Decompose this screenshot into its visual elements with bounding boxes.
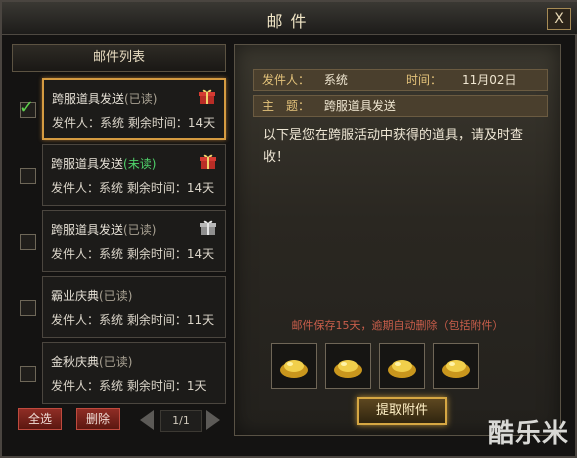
mail-list-panel: 邮件列表 ✓ 跨服道具发送(已读) 发件人：系统 剩余时间：14天 跨服道具发送… xyxy=(12,44,226,434)
title-bar: 邮件 X xyxy=(2,2,577,35)
close-button[interactable]: X xyxy=(547,8,571,30)
mail-subject: 霸业庆典(已读) xyxy=(51,289,133,303)
gift-icon xyxy=(200,220,216,235)
select-all-button[interactable]: 全选 xyxy=(18,408,62,430)
mail-checkbox[interactable] xyxy=(20,366,36,382)
page-indicator: 1/1 xyxy=(160,410,202,432)
mail-meta: 发件人：系统 剩余时间：14天 xyxy=(52,116,216,130)
delete-button[interactable]: 删除 xyxy=(76,408,120,430)
attachment-slot[interactable] xyxy=(325,343,371,389)
list-actions: 全选 删除 1/1 xyxy=(18,408,228,432)
page-left-icon[interactable] xyxy=(140,410,154,430)
sender-row: 发件人： 系统 时间： 11月02日 17:11:08 xyxy=(253,69,548,107)
gold-ingot-icon xyxy=(442,360,470,378)
mail-checkbox[interactable] xyxy=(20,168,36,184)
gold-ingot-icon xyxy=(280,360,308,378)
mail-checkbox[interactable] xyxy=(20,234,36,250)
mail-subject: 跨服道具发送(未读) xyxy=(51,157,157,171)
mail-subject: 跨服道具发送(已读) xyxy=(51,223,157,237)
mail-item[interactable]: ✓ 跨服道具发送(已读) 发件人：系统 剩余时间：14天 xyxy=(12,78,226,140)
mail-card[interactable]: 跨服道具发送(未读) 发件人：系统 剩余时间：14天 xyxy=(42,144,226,206)
mail-meta: 发件人：系统 剩余时间：11天 xyxy=(51,313,215,327)
gold-ingot-icon xyxy=(334,360,362,378)
mail-card[interactable]: 跨服道具发送(已读) 发件人：系统 剩余时间：14天 xyxy=(42,78,226,140)
attachment-slots xyxy=(271,343,535,391)
gift-icon xyxy=(199,89,215,104)
gold-ingot-icon xyxy=(388,360,416,378)
mail-subject: 跨服道具发送(已读) xyxy=(52,92,158,106)
gift-icon xyxy=(200,154,216,169)
pager: 1/1 xyxy=(140,408,220,432)
mail-item[interactable]: 跨服道具发送(未读) 发件人：系统 剩余时间：14天 xyxy=(12,144,226,206)
mail-body: 以下是您在跨服活动中获得的道具，请及时查收！ xyxy=(263,128,524,165)
mail-detail-panel: 发件人： 系统 时间： 11月02日 17:11:08 主 题： 跨服道具发送 … xyxy=(234,44,561,436)
watermark: 酷乐米 xyxy=(487,419,569,449)
mail-card[interactable]: 霸业庆典(已读) 发件人：系统 剩余时间：11天 xyxy=(42,276,226,338)
attachment-slot[interactable] xyxy=(379,343,425,389)
mail-item[interactable]: 霸业庆典(已读) 发件人：系统 剩余时间：11天 xyxy=(12,276,226,338)
mail-checkbox[interactable] xyxy=(20,300,36,316)
attachment-slot[interactable] xyxy=(433,343,479,389)
mail-window: 邮件 X 邮件列表 ✓ 跨服道具发送(已读) 发件人：系统 剩余时间：14天 跨… xyxy=(0,0,577,458)
attachment-slot[interactable] xyxy=(271,343,317,389)
mail-checkbox[interactable]: ✓ xyxy=(19,97,36,118)
mail-meta: 发件人：系统 剩余时间：14天 xyxy=(51,247,215,261)
mail-meta: 发件人：系统 剩余时间：1天 xyxy=(51,379,207,393)
retention-notice: 邮件保存15天，逾期自动删除（包括附件） xyxy=(291,319,504,332)
mail-item[interactable]: 跨服道具发送(已读) 发件人：系统 剩余时间：14天 xyxy=(12,210,226,272)
page-right-icon[interactable] xyxy=(206,410,220,430)
mail-list-header: 邮件列表 xyxy=(12,44,226,72)
window-title: 邮件 xyxy=(266,12,315,31)
mail-subject: 金秋庆典(已读) xyxy=(51,355,133,369)
mail-card[interactable]: 跨服道具发送(已读) 发件人：系统 剩余时间：14天 xyxy=(42,210,226,272)
mail-meta: 发件人：系统 剩余时间：14天 xyxy=(51,181,215,195)
claim-attachment-button[interactable]: 提取附件 xyxy=(357,397,447,425)
mail-item[interactable]: 金秋庆典(已读) 发件人：系统 剩余时间：1天 xyxy=(12,342,226,404)
subject-row: 主 题： 跨服道具发送 xyxy=(253,95,548,117)
mail-card[interactable]: 金秋庆典(已读) 发件人：系统 剩余时间：1天 xyxy=(42,342,226,404)
check-icon: ✓ xyxy=(19,97,35,118)
